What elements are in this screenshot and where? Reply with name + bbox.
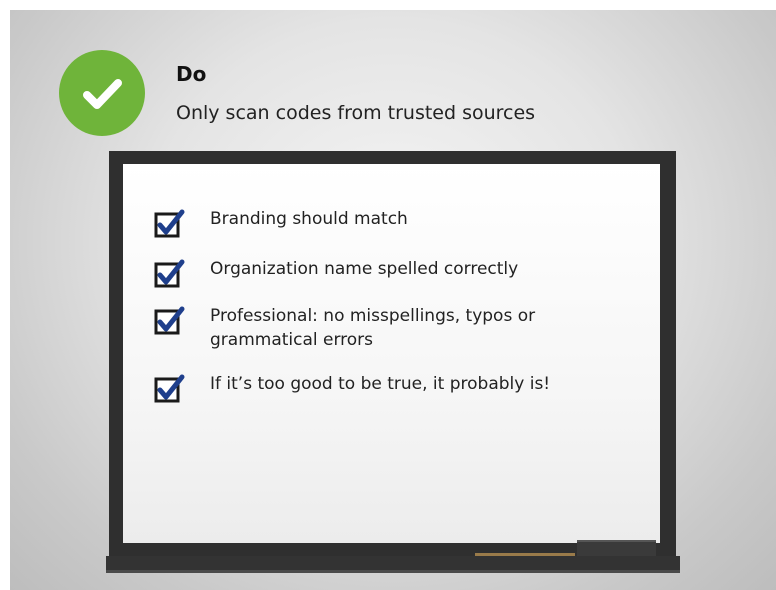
checklist-item: Organization name spelled correctly [154,257,644,288]
slide: Do Only scan codes from trusted sources … [10,10,776,590]
checkbox-checked-icon [154,259,185,288]
check-circle-icon [59,50,145,136]
checklist-item-label: Branding should match [210,209,408,229]
checklist: Branding should match Organization name … [154,207,644,403]
whiteboard-tray-edge [106,570,680,573]
checkbox-checked-icon [154,209,185,238]
whiteboard-tray [106,556,680,570]
whiteboard: Branding should match Organization name … [109,151,676,556]
checkbox-checked-icon [154,306,185,335]
slide-heading: Do [176,62,207,86]
slide-subheading: Only scan codes from trusted sources [176,102,536,124]
checkbox-checked-icon [154,374,185,403]
checklist-item: Branding should match [154,207,644,238]
checklist-item-label: Organization name spelled correctly [210,259,519,279]
checklist-item-label: If it’s too good to be true, it probably… [210,374,551,394]
checklist-item-label: Professional: no misspellings, typos or … [210,306,536,350]
checklist-item: Professional: no misspellings, typos or … [154,304,644,352]
checklist-item: If it’s too good to be true, it probably… [154,372,644,403]
whiteboard-surface: Branding should match Organization name … [123,164,660,543]
